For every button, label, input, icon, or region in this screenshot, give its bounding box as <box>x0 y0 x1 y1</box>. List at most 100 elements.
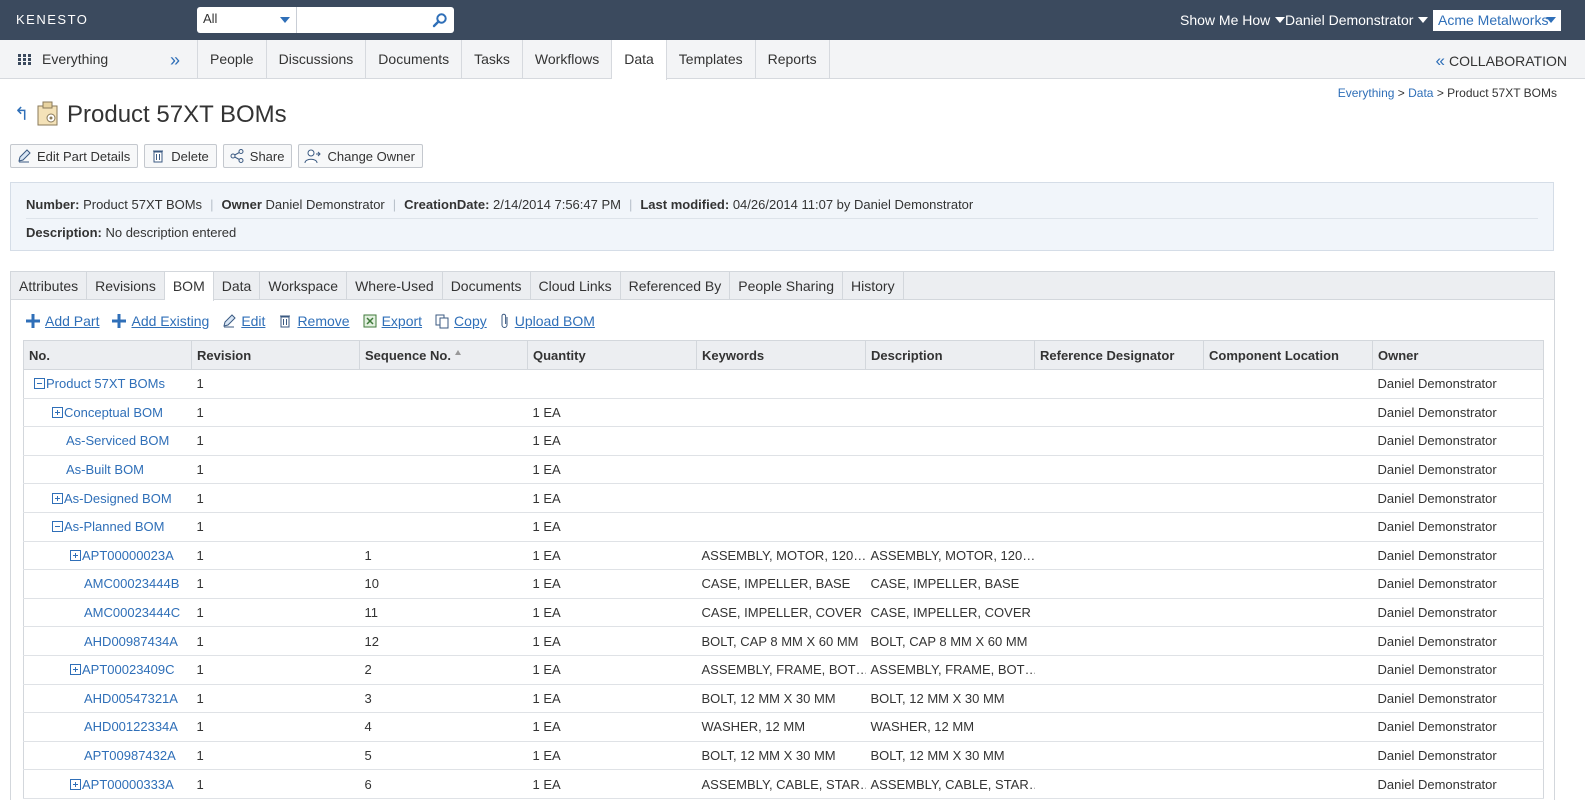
part-number-cell[interactable]: AHD00122334A <box>23 712 192 742</box>
remove-button[interactable]: Remove <box>277 313 350 329</box>
table-row[interactable]: AHD00987434A 1 12 1 EA BOLT, CAP 8 MM X 60 M… <box>23 626 1544 656</box>
edit-part-details-button[interactable]: Edit Part Details <box>10 144 139 168</box>
upload-bom-button[interactable]: Upload BOM <box>499 313 595 329</box>
kenesto-logo[interactable]: KENESTO <box>16 12 88 27</box>
search-icon[interactable] <box>432 12 448 28</box>
part-number-link[interactable]: As-Built BOM <box>66 462 144 477</box>
back-arrow-icon[interactable]: ↰ <box>14 104 29 125</box>
show-me-how-menu[interactable]: Show Me How <box>1180 12 1286 28</box>
search-input[interactable] <box>298 7 428 33</box>
collapse-icon[interactable] <box>52 521 63 533</box>
part-number-cell[interactable]: AMC00023444C <box>23 598 192 628</box>
tab-data[interactable]: Data <box>214 272 261 300</box>
search-scope-select[interactable]: All <box>197 7 297 33</box>
nav-tab-templates[interactable]: Templates <box>667 40 756 79</box>
tab-revisions[interactable]: Revisions <box>87 272 165 300</box>
nav-tab-data[interactable]: Data <box>612 40 667 80</box>
table-row[interactable]: Product 57XT BOMs 1 Daniel Demonstrator <box>23 369 1544 399</box>
part-number-cell[interactable]: As-Designed BOM <box>23 483 192 513</box>
part-number-link[interactable]: As-Planned BOM <box>64 519 164 534</box>
tab-documents[interactable]: Documents <box>443 272 531 300</box>
add-existing-button[interactable]: Add Existing <box>111 313 209 329</box>
column-header-reference-designator[interactable]: Reference Designator <box>1034 340 1204 370</box>
tab-workspace[interactable]: Workspace <box>260 272 348 300</box>
tab-people-sharing[interactable]: People Sharing <box>730 272 844 300</box>
nav-tab-discussions[interactable]: Discussions <box>267 40 367 79</box>
table-row[interactable]: As-Designed BOM 1 1 EA Daniel Demonstrator <box>23 483 1544 513</box>
table-row[interactable]: APT00000333A 1 6 1 EA ASSEMBLY, CABLE, STAR…… <box>23 769 1544 799</box>
part-number-link[interactable]: APT00023409C <box>82 662 175 677</box>
part-number-cell[interactable]: AHD00987434A <box>23 626 192 656</box>
part-number-link[interactable]: APT00000023A <box>82 548 174 563</box>
column-header-quantity[interactable]: Quantity <box>527 340 697 370</box>
tab-referenced-by[interactable]: Referenced By <box>621 272 731 300</box>
nav-tab-workflows[interactable]: Workflows <box>523 40 613 79</box>
expand-icon[interactable] <box>70 664 81 676</box>
table-row[interactable]: AMC00023444C 1 11 1 EA CASE, IMPELLER, COVER… <box>23 598 1544 628</box>
tab-where-used[interactable]: Where-Used <box>347 272 443 300</box>
tab-history[interactable]: History <box>843 272 904 300</box>
column-header-revision[interactable]: Revision <box>191 340 360 370</box>
part-number-cell[interactable]: Conceptual BOM <box>23 398 192 428</box>
edit-button[interactable]: Edit <box>221 313 265 329</box>
part-number-cell[interactable]: APT00023409C <box>23 655 192 685</box>
tab-bom[interactable]: BOM <box>164 272 214 301</box>
copy-button[interactable]: Copy <box>434 313 487 329</box>
part-number-link[interactable]: Conceptual BOM <box>64 405 163 420</box>
part-number-link[interactable]: AHD00987434A <box>84 634 178 649</box>
export-button[interactable]: Export <box>362 313 422 329</box>
part-number-link[interactable]: APT00987432A <box>84 748 176 763</box>
table-row[interactable]: As-Planned BOM 1 1 EA Daniel Demonstrator <box>23 512 1544 542</box>
user-menu[interactable]: Daniel Demonstrator <box>1285 12 1429 28</box>
table-row[interactable]: APT00000023A 1 1 1 EA ASSEMBLY, MOTOR, 120… A… <box>23 541 1544 571</box>
nav-tab-tasks[interactable]: Tasks <box>462 40 523 79</box>
table-row[interactable]: APT00987432A 1 5 1 EA BOLT, 12 MM X 30 MM BOL… <box>23 741 1544 771</box>
add-part-button[interactable]: Add Part <box>25 313 99 329</box>
part-number-cell[interactable]: As-Planned BOM <box>23 512 192 542</box>
part-number-link[interactable]: AHD00547321A <box>84 691 178 706</box>
column-header-sequence-no[interactable]: Sequence No. <box>359 340 528 370</box>
double-chevron-right-icon[interactable]: » <box>170 50 180 71</box>
part-number-cell[interactable]: As-Built BOM <box>23 455 192 485</box>
table-row[interactable]: As-Serviced BOM 1 1 EA Daniel Demonstrator <box>23 426 1544 456</box>
expand-icon[interactable] <box>52 406 63 418</box>
part-number-link[interactable]: Product 57XT BOMs <box>46 376 165 391</box>
expand-icon[interactable] <box>52 492 63 504</box>
part-number-cell[interactable]: APT00000333A <box>23 769 192 799</box>
part-number-link[interactable]: As-Designed BOM <box>64 491 172 506</box>
column-header-component-location[interactable]: Component Location <box>1203 340 1373 370</box>
tab-attributes[interactable]: Attributes <box>11 272 88 300</box>
part-number-link[interactable]: APT00000333A <box>82 777 174 792</box>
table-row[interactable]: AHD00547321A 1 3 1 EA BOLT, 12 MM X 30 MM BOL… <box>23 684 1544 714</box>
table-row[interactable]: Conceptual BOM 1 1 EA Daniel Demonstrator <box>23 398 1544 428</box>
part-number-link[interactable]: AHD00122334A <box>84 719 178 734</box>
part-number-cell[interactable]: As-Serviced BOM <box>23 426 192 456</box>
part-number-cell[interactable]: APT00987432A <box>23 741 192 771</box>
expand-icon[interactable] <box>70 778 81 790</box>
collaboration-toggle[interactable]: «COLLABORATION <box>1436 51 1567 71</box>
part-number-cell[interactable]: AMC00023444B <box>23 569 192 599</box>
part-number-cell[interactable]: APT00000023A <box>23 541 192 571</box>
column-header-description[interactable]: Description <box>865 340 1035 370</box>
share-button[interactable]: Share <box>222 144 293 168</box>
breadcrumb-data[interactable]: Data <box>1408 86 1433 100</box>
nav-tab-documents[interactable]: Documents <box>366 40 463 79</box>
table-row[interactable]: AHD00122334A 1 4 1 EA WASHER, 12 MM WASHER, 1… <box>23 712 1544 742</box>
nav-tab-reports[interactable]: Reports <box>756 40 830 79</box>
column-header-no[interactable]: No. <box>23 340 192 370</box>
table-row[interactable]: As-Built BOM 1 1 EA Daniel Demonstrator <box>23 455 1544 485</box>
breadcrumb-everything[interactable]: Everything <box>1338 86 1395 100</box>
column-header-keywords[interactable]: Keywords <box>696 340 866 370</box>
expand-icon[interactable] <box>70 549 81 561</box>
tab-cloud-links[interactable]: Cloud Links <box>531 272 621 300</box>
part-number-cell[interactable]: Product 57XT BOMs <box>23 369 192 399</box>
change-owner-button[interactable]: Change Owner <box>298 144 423 168</box>
column-header-owner[interactable]: Owner <box>1372 340 1544 370</box>
delete-button[interactable]: Delete <box>144 144 217 168</box>
part-number-cell[interactable]: AHD00547321A <box>23 684 192 714</box>
nav-tab-people[interactable]: People <box>198 40 267 79</box>
part-number-link[interactable]: As-Serviced BOM <box>66 433 169 448</box>
table-row[interactable]: APT00023409C 1 2 1 EA ASSEMBLY, FRAME, BOT… A… <box>23 655 1544 685</box>
collapse-icon[interactable] <box>34 378 45 390</box>
tenant-select[interactable]: Acme Metalworks <box>1433 10 1561 31</box>
